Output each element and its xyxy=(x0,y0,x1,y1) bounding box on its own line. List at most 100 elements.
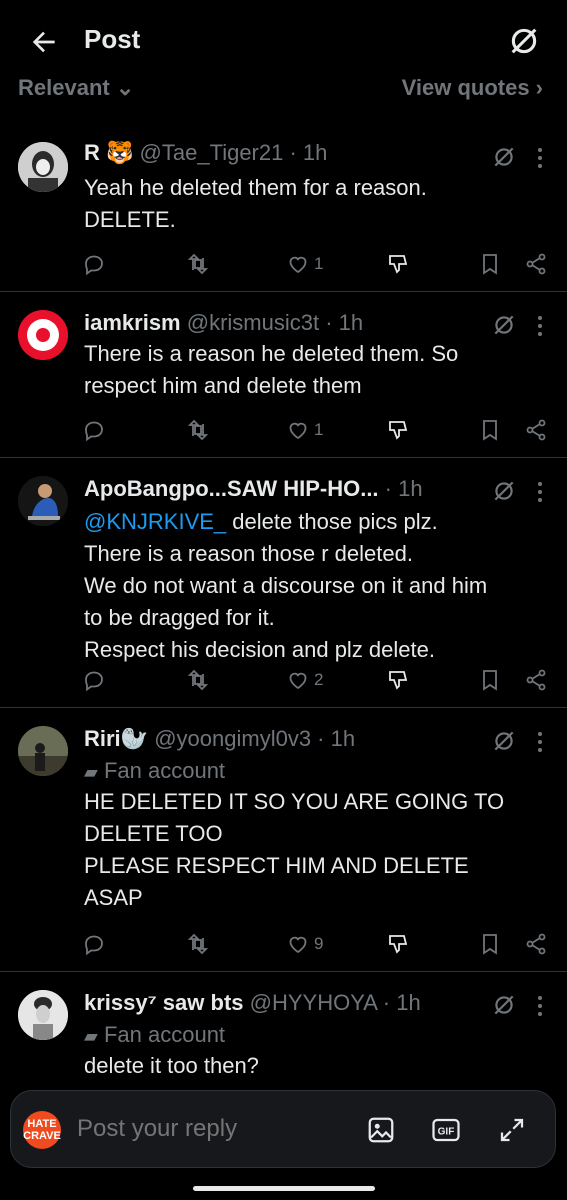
fan-account-label: ▰ Fan account xyxy=(84,1022,225,1048)
post-text-line: @KNJRKIVE_ delete those pics plz. xyxy=(84,506,547,538)
bookmark-button[interactable] xyxy=(478,666,502,694)
repost-button[interactable] xyxy=(186,416,210,444)
like-button[interactable]: 1 xyxy=(286,416,323,444)
avatar[interactable] xyxy=(18,476,68,526)
handle[interactable]: @yoongimyl0v3 · 1h xyxy=(154,726,355,751)
dislike-button[interactable] xyxy=(386,666,410,694)
like-button[interactable]: 2 xyxy=(286,666,323,694)
bookmark-button[interactable] xyxy=(478,416,502,444)
back-arrow-icon[interactable] xyxy=(28,26,60,58)
reply-icon xyxy=(85,255,103,276)
avatar[interactable] xyxy=(18,142,68,192)
reply-input[interactable] xyxy=(77,1115,327,1143)
display-name[interactable]: ApoBangpo...SAW HIP-HO... xyxy=(84,476,379,501)
post-text-line: DELETE. xyxy=(84,207,176,232)
post-text-segment: delete those pics plz. xyxy=(226,509,438,534)
handle[interactable]: @HYYHOYA · 1h xyxy=(250,990,421,1015)
repost-button[interactable] xyxy=(186,666,210,694)
page-title: Post xyxy=(84,24,141,54)
reply-post[interactable]: krissy⁷ saw bts @HYYHOYA · 1h ▰ Fan acco… xyxy=(0,972,567,1092)
like-count: 1 xyxy=(314,254,324,273)
post-meta: R 🐯 @Tae_Tiger21 · 1h xyxy=(84,140,487,170)
reply-post[interactable]: R 🐯 @Tae_Tiger21 · 1h Yeah he deleted th… xyxy=(0,124,567,292)
more-options-icon[interactable] xyxy=(535,314,545,338)
avatar[interactable] xyxy=(18,726,68,776)
home-indicator[interactable] xyxy=(193,1186,375,1191)
post-text: HE DELETED IT SO YOU ARE GOING TO DELETE… xyxy=(84,786,547,914)
share-button[interactable] xyxy=(524,250,548,278)
more-options-icon[interactable] xyxy=(535,994,545,1018)
share-button[interactable] xyxy=(524,416,548,444)
fan-account-label: ▰ Fan account xyxy=(84,758,225,784)
post-meta: krissy⁷ saw bts @HYYHOYA · 1h xyxy=(84,990,487,1020)
gif-icon[interactable]: GIF xyxy=(431,1115,461,1145)
display-name[interactable]: R 🐯 xyxy=(84,140,133,165)
post-text-line: ASAP xyxy=(84,885,143,910)
post-text-line: DELETE TOO xyxy=(84,821,223,846)
action-bar: 9 xyxy=(0,930,567,960)
expand-icon[interactable] xyxy=(497,1115,527,1145)
relevant-dropdown[interactable]: Relevant ⌄ xyxy=(18,75,134,101)
repost-icon xyxy=(187,253,209,275)
heart-icon xyxy=(289,672,307,690)
post-text-line: PLEASE RESPECT HIM AND DELETE xyxy=(84,853,469,878)
repost-button[interactable] xyxy=(186,250,210,278)
view-quotes-link[interactable]: View quotes › xyxy=(402,75,543,101)
bookmark-button[interactable] xyxy=(478,250,502,278)
mask-icon: ▰ xyxy=(84,762,98,782)
dislike-button[interactable] xyxy=(386,250,410,278)
dislike-button[interactable] xyxy=(386,416,410,444)
reply-button[interactable] xyxy=(82,930,106,958)
bookmark-button[interactable] xyxy=(478,930,502,958)
reply-button[interactable] xyxy=(82,250,106,278)
repost-button[interactable] xyxy=(186,930,210,958)
hate-crave-logo: HATE CRAVE xyxy=(23,1111,61,1149)
image-icon[interactable] xyxy=(366,1115,396,1145)
grok-icon[interactable] xyxy=(491,144,517,170)
reply-button[interactable] xyxy=(82,416,106,444)
more-options-icon[interactable] xyxy=(535,730,545,754)
handle[interactable]: @krismusic3t · 1h xyxy=(187,310,363,335)
share-button[interactable] xyxy=(524,930,548,958)
post-text: There is a reason he deleted them. So re… xyxy=(84,338,547,402)
dislike-icon xyxy=(389,671,408,690)
more-options-icon[interactable] xyxy=(535,480,545,504)
fan-account-text: Fan account xyxy=(103,1022,226,1047)
grok-icon[interactable] xyxy=(491,478,517,504)
like-button[interactable]: 9 xyxy=(286,930,323,958)
post-text-line: Yeah he deleted them for a reason. xyxy=(84,175,427,200)
like-button[interactable]: 1 xyxy=(286,250,323,278)
top-bar: Post xyxy=(0,0,567,80)
post-text: Yeah he deleted them for a reason. DELET… xyxy=(84,172,547,236)
display-name[interactable]: iamkrism xyxy=(84,310,181,335)
like-count: 9 xyxy=(314,934,324,953)
handle[interactable]: · 1h xyxy=(385,476,423,501)
share-icon xyxy=(526,253,546,275)
post-meta: ApoBangpo...SAW HIP-HO... · 1h xyxy=(84,476,487,506)
svg-text:GIF: GIF xyxy=(438,1126,455,1137)
reply-post[interactable]: ApoBangpo...SAW HIP-HO... · 1h @KNJRKIVE… xyxy=(0,458,567,708)
avatar[interactable] xyxy=(18,310,68,360)
reply-post[interactable]: iamkrism @krismusic3t · 1h There is a re… xyxy=(0,292,567,458)
more-options-icon[interactable] xyxy=(535,146,545,170)
reply-icon xyxy=(85,421,103,442)
reply-post[interactable]: Riri🦭 @yoongimyl0v3 · 1h ▰ Fan account H… xyxy=(0,708,567,972)
display-name[interactable]: krissy⁷ saw bts xyxy=(84,990,244,1015)
share-button[interactable] xyxy=(524,666,548,694)
grok-icon[interactable] xyxy=(491,728,517,754)
display-name[interactable]: Riri🦭 xyxy=(84,726,148,751)
grok-icon[interactable] xyxy=(491,992,517,1018)
dislike-icon xyxy=(389,935,408,954)
grok-icon[interactable] xyxy=(507,24,541,58)
mention-link[interactable]: @KNJRKIVE_ xyxy=(84,509,226,534)
dislike-button[interactable] xyxy=(386,930,410,958)
post-text-line: delete it too then? xyxy=(84,1053,259,1078)
avatar[interactable] xyxy=(18,990,68,1040)
like-count: 1 xyxy=(314,420,324,439)
reply-icon xyxy=(85,935,103,956)
post-text: @KNJRKIVE_ delete those pics plz. There … xyxy=(84,506,547,666)
reply-button[interactable] xyxy=(82,666,106,694)
handle[interactable]: @Tae_Tiger21 · 1h xyxy=(140,140,328,165)
action-bar: 2 xyxy=(0,666,567,696)
grok-icon[interactable] xyxy=(491,312,517,338)
